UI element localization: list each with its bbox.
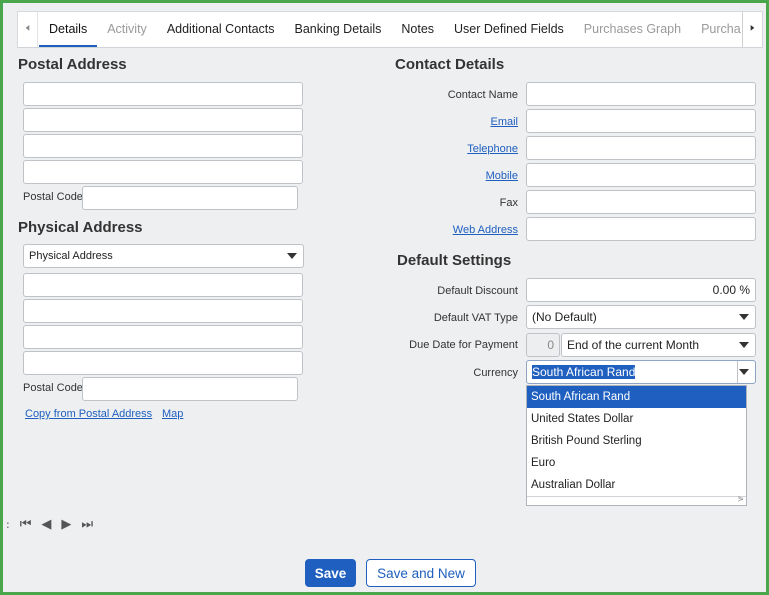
default-vat-type-value: (No Default) — [532, 310, 597, 324]
postal-address-title: Postal Address — [18, 56, 127, 73]
postal-line-4[interactable] — [23, 160, 303, 184]
record-pager: : ⏮ ◀ ▶ ⏭ — [6, 517, 93, 532]
physical-line-2[interactable] — [23, 299, 303, 323]
fax-label: Fax — [499, 197, 518, 209]
due-date-value: End of the current Month — [567, 338, 700, 352]
chevron-down-icon — [739, 369, 749, 375]
physical-address-title: Physical Address — [18, 219, 143, 236]
tab-bar: 🢐 Details Activity Additional Contacts B… — [17, 11, 763, 48]
tab-banking-details[interactable]: Banking Details — [285, 12, 392, 47]
previous-record-icon[interactable]: ◀ — [41, 517, 51, 532]
pager-colon: : — [6, 518, 10, 531]
tab-notes[interactable]: Notes — [391, 12, 444, 47]
contact-details-title: Contact Details — [395, 56, 505, 73]
mobile-link[interactable]: Mobile — [398, 170, 518, 182]
physical-postal-code-input[interactable] — [82, 377, 298, 401]
postal-code-label: Postal Code — [23, 191, 83, 203]
physical-address-type-value: Physical Address — [29, 250, 113, 262]
web-address-link[interactable]: Web Address — [398, 224, 518, 236]
tab-user-defined-fields[interactable]: User Defined Fields — [444, 12, 574, 47]
default-vat-type-select[interactable]: (No Default) — [526, 305, 756, 329]
tab-list: Details Activity Additional Contacts Ban… — [39, 12, 741, 47]
default-discount-label: Default Discount — [437, 285, 518, 297]
currency-select[interactable]: South African Rand — [526, 360, 756, 384]
tab-purchases-graph[interactable]: Purchases Graph — [574, 12, 691, 47]
fax-input[interactable] — [526, 190, 756, 214]
tab-scroll-left-icon[interactable]: 🢐 — [18, 12, 38, 47]
tab-scroll-right-icon[interactable]: 🢒 — [742, 12, 762, 47]
physical-line-4[interactable] — [23, 351, 303, 375]
save-and-new-button[interactable]: Save and New — [366, 559, 476, 587]
physical-address-type-select[interactable]: Physical Address — [23, 244, 304, 268]
currency-option[interactable]: Australian Dollar — [527, 474, 746, 496]
default-discount-input[interactable]: 0.00 % — [526, 278, 756, 302]
resize-grip-icon[interactable]: ⋟ — [737, 494, 744, 503]
telephone-link[interactable]: Telephone — [398, 143, 518, 155]
postal-line-2[interactable] — [23, 108, 303, 132]
due-date-label: Due Date for Payment — [409, 339, 518, 351]
dropdown-footer-divider — [527, 496, 746, 497]
next-record-icon[interactable]: ▶ — [61, 517, 71, 532]
tab-additional-contacts[interactable]: Additional Contacts — [157, 12, 285, 47]
currency-select-divider — [737, 361, 738, 383]
currency-option[interactable]: British Pound Sterling — [527, 430, 746, 452]
currency-option[interactable]: United States Dollar — [527, 408, 746, 430]
postal-code-input[interactable] — [82, 186, 298, 210]
default-vat-type-label: Default VAT Type — [433, 312, 518, 324]
postal-line-1[interactable] — [23, 82, 303, 106]
contact-name-label: Contact Name — [447, 89, 518, 101]
mobile-input[interactable] — [526, 163, 756, 187]
currency-dropdown-list: South African Rand United States Dollar … — [526, 385, 747, 506]
physical-postal-code-label: Postal Code — [23, 382, 83, 394]
currency-option[interactable]: Euro — [527, 452, 746, 474]
due-date-select[interactable]: End of the current Month — [561, 333, 756, 357]
save-button[interactable]: Save — [305, 559, 356, 587]
email-input[interactable] — [526, 109, 756, 133]
last-record-icon[interactable]: ⏭ — [81, 517, 93, 532]
postal-line-3[interactable] — [23, 134, 303, 158]
telephone-input[interactable] — [526, 136, 756, 160]
physical-line-1[interactable] — [23, 273, 303, 297]
chevron-down-icon — [739, 314, 749, 320]
tab-purchase-c[interactable]: Purchase C — [691, 12, 741, 47]
window-frame: 🢐 Details Activity Additional Contacts B… — [0, 0, 769, 595]
chevron-down-icon — [739, 342, 749, 348]
default-settings-title: Default Settings — [397, 252, 512, 269]
contact-name-input[interactable] — [526, 82, 756, 106]
currency-label: Currency — [473, 367, 518, 379]
email-link[interactable]: Email — [398, 116, 518, 128]
tab-details[interactable]: Details — [39, 12, 98, 47]
physical-line-3[interactable] — [23, 325, 303, 349]
first-record-icon[interactable]: ⏮ — [20, 517, 32, 532]
copy-from-postal-link[interactable]: Copy from Postal Address — [25, 408, 152, 420]
currency-option[interactable]: South African Rand — [527, 386, 746, 408]
tab-activity[interactable]: Activity — [97, 12, 157, 47]
web-address-input[interactable] — [526, 217, 756, 241]
due-days-input[interactable]: 0 — [526, 333, 560, 357]
currency-value: South African Rand — [532, 365, 636, 379]
chevron-down-icon — [287, 253, 297, 259]
map-link[interactable]: Map — [162, 408, 183, 420]
